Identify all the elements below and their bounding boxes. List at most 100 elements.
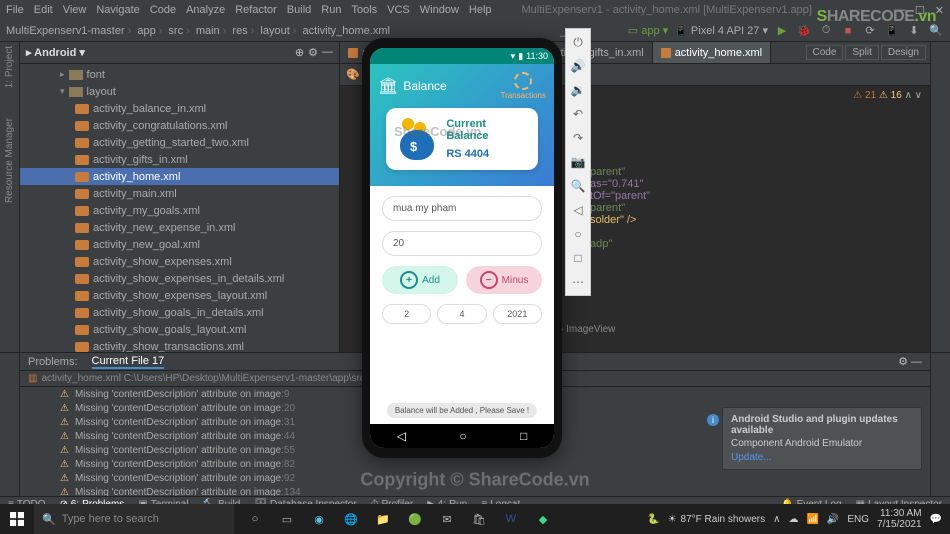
menu-window[interactable]: Window xyxy=(420,4,459,16)
device-selector[interactable]: 📱 Pixel 4 API 27 ▾ xyxy=(674,24,768,37)
emu-home-icon[interactable]: ○ xyxy=(569,225,587,243)
window-close-icon[interactable]: ✕ xyxy=(935,4,944,17)
bank-icon: 🏛 xyxy=(378,76,398,96)
menu-refactor[interactable]: Refactor xyxy=(235,4,277,16)
emu-volume-up-icon[interactable]: 🔊 xyxy=(569,57,587,75)
chrome-icon[interactable]: 🟢 xyxy=(400,504,430,534)
notifications-icon[interactable]: 💬 xyxy=(930,514,942,525)
menu-view[interactable]: View xyxy=(63,4,87,16)
update-notification[interactable]: i Android Studio and plugin updates avai… xyxy=(722,407,922,470)
weather-widget[interactable]: ☀ 87°F Rain showers xyxy=(668,514,766,525)
python-icon[interactable]: 🐍 xyxy=(647,514,659,525)
problems-tab-all[interactable]: Problems: xyxy=(28,356,78,368)
edge-icon[interactable]: 🌐 xyxy=(336,504,366,534)
emu-rotate-right-icon[interactable]: ↷ xyxy=(569,129,587,147)
android-studio-icon[interactable]: ◆ xyxy=(528,504,558,534)
menu-code[interactable]: Code xyxy=(150,4,176,16)
project-tree[interactable]: ▸font ▾layout activity_balance_in.xmlact… xyxy=(20,64,339,352)
tree-folder-font[interactable]: ▸font xyxy=(20,66,339,83)
mail-icon[interactable]: ✉ xyxy=(432,504,462,534)
windows-taskbar: 🔍 Type here to search ○ ▭ ◉ 🌐 📁 🟢 ✉ 🛍 W … xyxy=(0,504,950,534)
problems-tab-current[interactable]: Current File 17 xyxy=(92,355,165,369)
run-config-icon[interactable]: ▭ app ▾ xyxy=(628,24,668,37)
warnings-badge[interactable]: ⚠ 21 ⚠ 16 ∧ ∨ xyxy=(853,90,922,101)
taskbar-search[interactable]: 🔍 Type here to search xyxy=(34,504,234,534)
emu-overview-icon[interactable]: □ xyxy=(569,249,587,267)
tree-file[interactable]: activity_show_goals_in_details.xml xyxy=(20,304,339,321)
onedrive-icon[interactable]: ☁ xyxy=(788,514,798,525)
add-button[interactable]: +Add xyxy=(382,266,458,294)
emu-more-icon[interactable]: ⋯ xyxy=(569,273,587,291)
widgets-icon[interactable]: ◉ xyxy=(304,504,334,534)
tray-up-icon[interactable]: ∧ xyxy=(773,514,780,525)
description-input[interactable]: mua my pham xyxy=(382,196,542,221)
resource-manager-tab[interactable]: Resource Manager xyxy=(4,118,15,203)
nav-back-icon[interactable]: ◁ xyxy=(397,429,406,443)
volume-tray-icon[interactable]: 🔊 xyxy=(827,514,839,525)
cortana-icon[interactable]: ○ xyxy=(240,504,270,534)
explorer-icon[interactable]: 📁 xyxy=(368,504,398,534)
menu-navigate[interactable]: Navigate xyxy=(96,4,139,16)
tree-file[interactable]: activity_my_goals.xml xyxy=(20,202,339,219)
tree-file[interactable]: activity_new_expense_in.xml xyxy=(20,219,339,236)
view-design-button[interactable]: Design xyxy=(881,45,926,60)
minus-button[interactable]: −Minus xyxy=(466,266,542,294)
tree-file[interactable]: activity_new_goal.xml xyxy=(20,236,339,253)
taskbar-clock[interactable]: 11:30 AM 7/15/2021 xyxy=(877,508,922,530)
tree-file[interactable]: activity_show_expenses_in_details.xml xyxy=(20,270,339,287)
tree-file[interactable]: activity_congratulations.xml xyxy=(20,117,339,134)
wifi-tray-icon[interactable]: 📶 xyxy=(806,514,818,525)
menu-run[interactable]: Run xyxy=(321,4,341,16)
tree-file[interactable]: activity_show_expenses_layout.xml xyxy=(20,287,339,304)
emu-screenshot-icon[interactable]: 📷 xyxy=(569,153,587,171)
tree-file[interactable]: activity_balance_in.xml xyxy=(20,100,339,117)
menu-help[interactable]: Help xyxy=(469,4,492,16)
date-day[interactable]: 2 xyxy=(382,304,431,324)
menu-tools[interactable]: Tools xyxy=(351,4,377,16)
menu-file[interactable]: File xyxy=(6,4,24,16)
project-tool-tab[interactable]: 1: Project xyxy=(4,46,15,88)
run-icon[interactable]: ▶ xyxy=(774,23,790,39)
date-month[interactable]: 4 xyxy=(437,304,486,324)
notif-update-link[interactable]: Update... xyxy=(731,452,913,463)
amount-input[interactable]: 20 xyxy=(382,231,542,256)
nav-recent-icon[interactable]: □ xyxy=(520,429,527,443)
store-icon[interactable]: 🛍 xyxy=(464,504,494,534)
emu-zoom-icon[interactable]: 🔍 xyxy=(569,177,587,195)
debug-icon[interactable]: 🐞 xyxy=(796,23,812,39)
problem-item[interactable]: ⚠Missing 'contentDescription' attribute … xyxy=(20,485,930,496)
emu-rotate-left-icon[interactable]: ↶ xyxy=(569,105,587,123)
panel-options-icon[interactable]: ⊕ xyxy=(295,46,304,59)
word-icon[interactable]: W xyxy=(496,504,526,534)
tree-file[interactable]: activity_show_goals_layout.xml xyxy=(20,321,339,338)
editor-tab-active[interactable]: activity_home.xml xyxy=(653,42,771,63)
tree-file[interactable]: activity_home.xml xyxy=(20,168,339,185)
emu-power-icon[interactable]: ⏻ xyxy=(569,33,587,51)
menu-vcs[interactable]: VCS xyxy=(387,4,410,16)
tree-file[interactable]: activity_gifts_in.xml xyxy=(20,151,339,168)
breadcrumb[interactable]: MultiExpenserv1-master› app› src› main› … xyxy=(6,25,390,37)
panel-gear-icon[interactable]: ⚙ xyxy=(308,46,318,59)
tree-file[interactable]: activity_main.xml xyxy=(20,185,339,202)
view-split-button[interactable]: Split xyxy=(845,45,878,60)
problem-item[interactable]: ⚠Missing 'contentDescription' attribute … xyxy=(20,471,930,485)
menu-analyze[interactable]: Analyze xyxy=(186,4,225,16)
task-view-icon[interactable]: ▭ xyxy=(272,504,302,534)
palette-icon[interactable]: 🎨 xyxy=(346,68,360,82)
problems-gear-icon[interactable]: ⚙ — xyxy=(898,355,922,368)
lang-indicator[interactable]: ENG xyxy=(847,514,869,525)
view-code-button[interactable]: Code xyxy=(806,45,844,60)
tree-folder-layout[interactable]: ▾layout xyxy=(20,83,339,100)
emu-volume-down-icon[interactable]: 🔉 xyxy=(569,81,587,99)
tree-file[interactable]: activity_getting_started_two.xml xyxy=(20,134,339,151)
panel-hide-icon[interactable]: — xyxy=(322,46,333,59)
emu-back-icon[interactable]: ◁ xyxy=(569,201,587,219)
menu-edit[interactable]: Edit xyxy=(34,4,53,16)
nav-home-icon[interactable]: ○ xyxy=(459,429,466,443)
menu-build[interactable]: Build xyxy=(287,4,311,16)
tree-file[interactable]: activity_show_transactions.xml xyxy=(20,338,339,352)
start-button[interactable] xyxy=(0,504,34,534)
tree-file[interactable]: activity_show_expenses.xml xyxy=(20,253,339,270)
date-year[interactable]: 2021 xyxy=(493,304,542,324)
transactions-button[interactable]: Transactions xyxy=(501,72,547,100)
